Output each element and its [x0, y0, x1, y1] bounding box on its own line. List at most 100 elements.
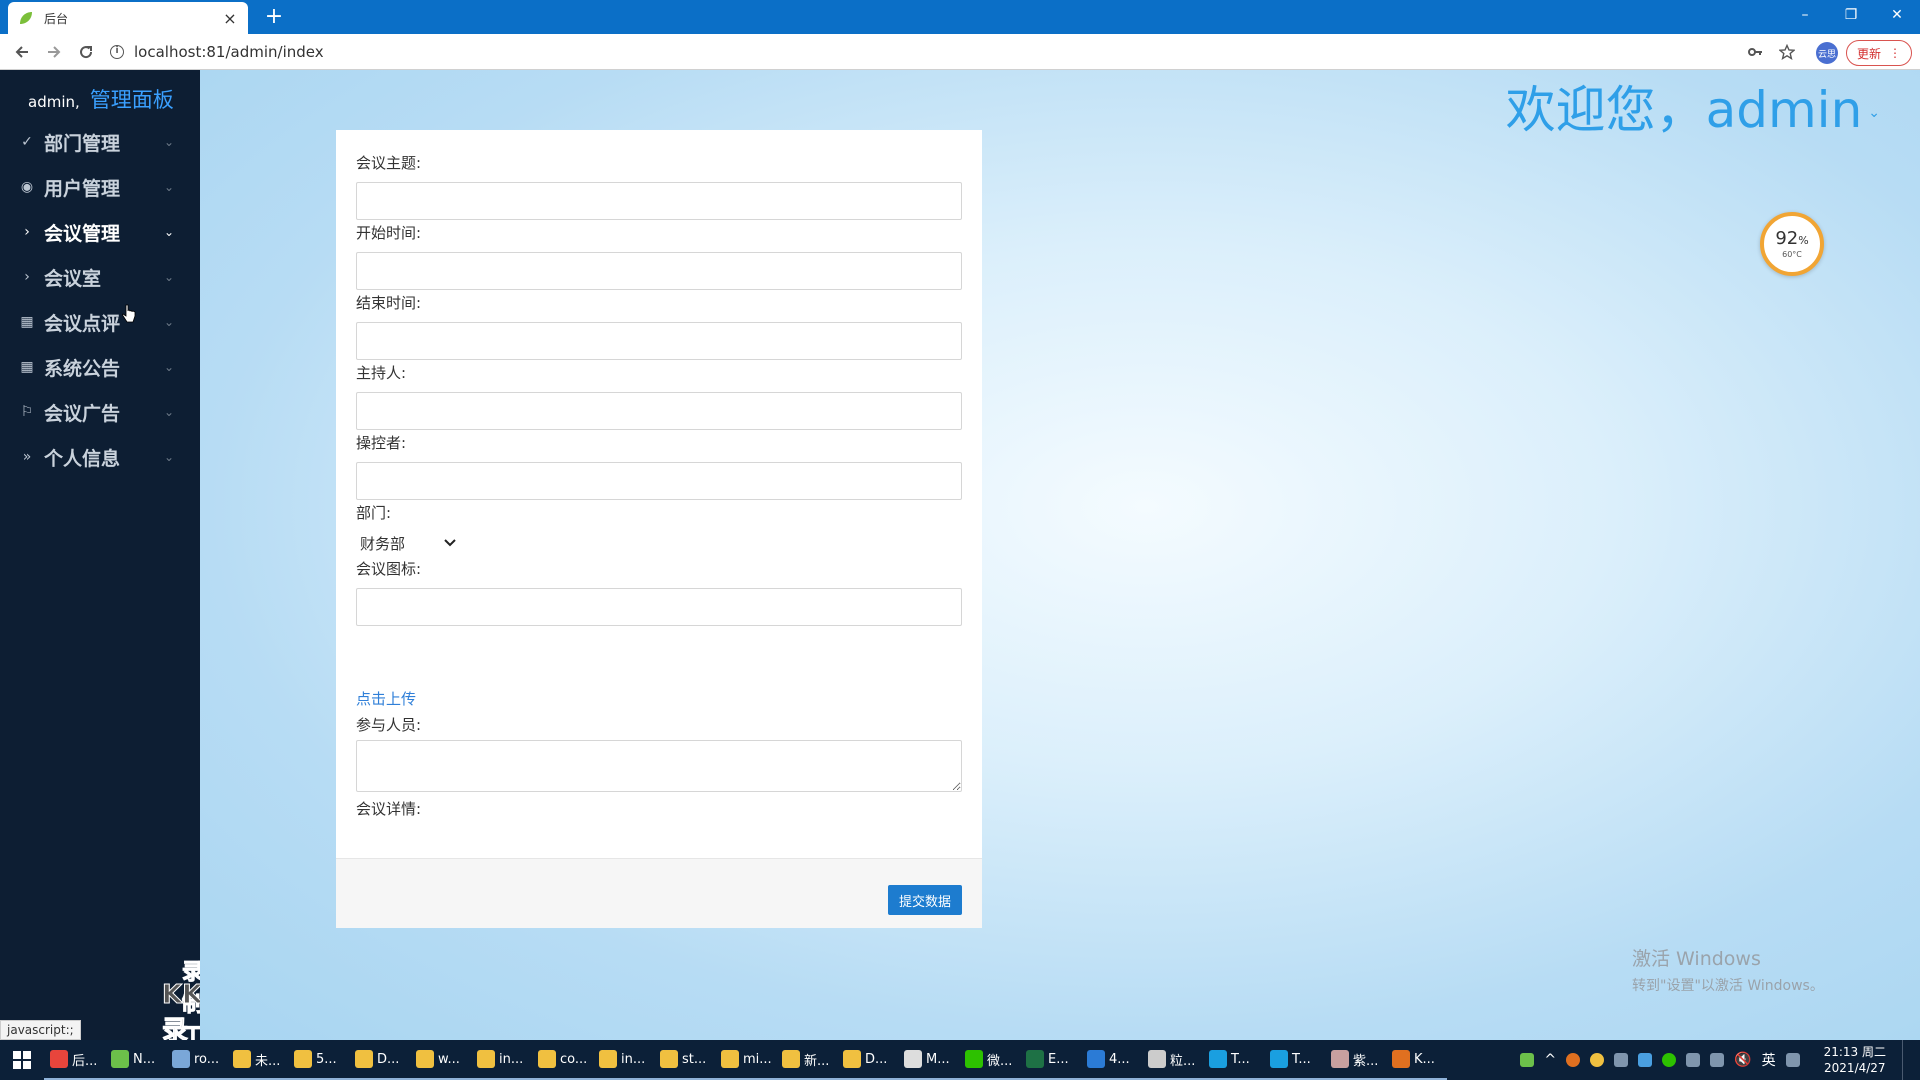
app-tray-icon[interactable] — [1566, 1053, 1581, 1067]
sidebar-item-2[interactable]: › 会议管理 ⌄ — [0, 212, 200, 252]
app-icon — [355, 1050, 373, 1068]
back-button[interactable] — [10, 40, 34, 64]
clock[interactable]: 21:13 周二 2021/4/27 — [1824, 1044, 1886, 1076]
close-window-button[interactable]: ✕ — [1874, 0, 1920, 30]
sidebar-item-0[interactable]: ✓ 部门管理 ⌄ — [0, 122, 200, 162]
taskbar: 后... N... ro... 未... 5... D... w... in... co... i… — [0, 1040, 1920, 1080]
taskbar-app[interactable]: 紫... — [1325, 1040, 1386, 1080]
forward-button[interactable] — [42, 40, 66, 64]
sidebar-item-3[interactable]: › 会议室 ⌄ — [0, 257, 200, 297]
sidebar-item-4[interactable]: ▦ 会议点评 ⌄ — [0, 302, 200, 342]
topic-input[interactable] — [356, 182, 962, 220]
gauge-temp: 60°C — [1782, 249, 1802, 259]
end-time-input[interactable] — [356, 322, 962, 360]
meeting-icon-input[interactable] — [356, 588, 962, 626]
taskbar-app[interactable]: 未... — [227, 1040, 288, 1080]
host-input[interactable] — [356, 392, 962, 430]
sidebar-item-label: 会议管理 — [44, 222, 121, 245]
battery-icon[interactable] — [1520, 1053, 1535, 1067]
chevron-down-icon — [444, 539, 456, 547]
welcome-user-menu[interactable]: 欢迎您，admin ⌄ — [1506, 70, 1880, 142]
more-vert-icon: ⋮ — [1889, 46, 1901, 60]
keyboard-icon[interactable] — [1785, 1053, 1800, 1067]
taskbar-app[interactable]: w... — [410, 1040, 471, 1080]
taskbar-app[interactable]: mi... — [715, 1040, 776, 1080]
taskbar-app[interactable]: T... — [1264, 1040, 1325, 1080]
app-icon — [660, 1050, 678, 1068]
taskbar-app[interactable]: in... — [471, 1040, 532, 1080]
info-icon[interactable]: i — [110, 45, 124, 59]
taskbar-app-label: in... — [499, 1051, 524, 1067]
update-label: 更新 — [1856, 46, 1881, 61]
sidebar-item-7[interactable]: » 个人信息 ⌄ — [0, 437, 200, 477]
sidebar-item-1[interactable]: ◉ 用户管理 ⌄ — [0, 167, 200, 207]
submit-button[interactable]: 提交数据 — [888, 885, 962, 915]
taskbar-app[interactable]: D... — [349, 1040, 410, 1080]
taskbar-app[interactable]: K... — [1386, 1040, 1447, 1080]
participants-textarea[interactable] — [356, 740, 962, 792]
start-time-input[interactable] — [356, 252, 962, 290]
upload-link[interactable]: 点击上传 — [356, 688, 416, 709]
reload-icon — [80, 46, 93, 59]
system-monitor-widget[interactable]: 92% 60°C — [1760, 212, 1824, 276]
browser-tab[interactable]: 后台 × — [8, 2, 248, 34]
taskbar-app[interactable]: st... — [654, 1040, 715, 1080]
taskbar-app[interactable]: co... — [532, 1040, 593, 1080]
show-desktop-button[interactable] — [1902, 1040, 1910, 1080]
network-icon[interactable] — [1710, 1053, 1725, 1067]
volume-muted-icon[interactable]: 🔇 — [1734, 1052, 1751, 1068]
taskbar-app[interactable]: 5... — [288, 1040, 349, 1080]
taskbar-app[interactable]: T... — [1203, 1040, 1264, 1080]
taskbar-app[interactable]: 微... — [959, 1040, 1020, 1080]
start-button[interactable] — [0, 1040, 44, 1080]
app-icon — [172, 1050, 190, 1068]
app-tray-icon[interactable] — [1590, 1053, 1605, 1067]
new-tab-button[interactable]: + — [262, 6, 286, 30]
taskbar-app[interactable]: in... — [593, 1040, 654, 1080]
profile-avatar[interactable]: 云思 — [1816, 42, 1838, 64]
taskbar-app[interactable]: N... — [105, 1040, 166, 1080]
update-button[interactable]: 更新 ⋮ — [1846, 40, 1912, 66]
app-tray-icon[interactable] — [1614, 1053, 1629, 1067]
display-icon[interactable] — [1686, 1053, 1701, 1067]
activation-title: 激活 Windows — [1632, 948, 1761, 970]
restore-button[interactable]: ❐ — [1828, 0, 1874, 30]
taskbar-app[interactable]: 新... — [776, 1040, 837, 1080]
sidebar-item-label: 会议广告 — [44, 402, 121, 425]
taskbar-app-label: in... — [621, 1051, 646, 1067]
taskbar-apps: 后... N... ro... 未... 5... D... w... in... co... i… — [44, 1040, 1447, 1080]
taskbar-app[interactable]: ro... — [166, 1040, 227, 1080]
tab-close-icon[interactable]: × — [222, 9, 238, 28]
key-icon[interactable] — [1744, 40, 1766, 64]
taskbar-app-label: T... — [1231, 1051, 1250, 1067]
app-icon — [782, 1050, 800, 1068]
gauge-percent: 92 — [1775, 227, 1799, 249]
taskbar-app[interactable]: 4... — [1081, 1040, 1142, 1080]
taskbar-app-label: 未... — [255, 1053, 281, 1069]
details-label: 会议详情: — [356, 800, 422, 818]
tray-expand-icon[interactable]: ^ — [1544, 1052, 1556, 1068]
url-field[interactable]: i localhost:81/admin/index — [110, 38, 1770, 66]
taskbar-app-label: T... — [1292, 1051, 1311, 1067]
app-icon — [843, 1050, 861, 1068]
app-tray-icon[interactable] — [1638, 1053, 1653, 1067]
taskbar-app[interactable]: 后... — [44, 1040, 105, 1080]
minimize-button[interactable]: – — [1782, 0, 1828, 30]
main-content: 欢迎您，admin ⌄ 92% 60°C 会议主题: 开始时间: 结束时间: 主… — [200, 70, 1920, 1040]
star-icon[interactable] — [1776, 40, 1798, 64]
taskbar-app[interactable]: 粒... — [1142, 1040, 1203, 1080]
input-method-indicator[interactable]: 英 — [1762, 1050, 1776, 1070]
reload-button[interactable] — [74, 40, 98, 64]
sidebar-title[interactable]: 管理面板 — [90, 84, 174, 114]
department-select[interactable]: 财务部 — [356, 530, 460, 556]
operator-input[interactable] — [356, 462, 962, 500]
grid-icon: ▦ — [20, 314, 34, 330]
topic-label: 会议主题: — [356, 154, 422, 172]
taskbar-app[interactable]: E... — [1020, 1040, 1081, 1080]
sidebar-item-6[interactable]: ⚐ 会议广告 ⌄ — [0, 392, 200, 432]
wechat-tray-icon[interactable] — [1662, 1053, 1677, 1067]
taskbar-app-label: M... — [926, 1051, 950, 1067]
taskbar-app[interactable]: D... — [837, 1040, 898, 1080]
taskbar-app[interactable]: M... — [898, 1040, 959, 1080]
sidebar-item-5[interactable]: ▦ 系统公告 ⌄ — [0, 347, 200, 387]
